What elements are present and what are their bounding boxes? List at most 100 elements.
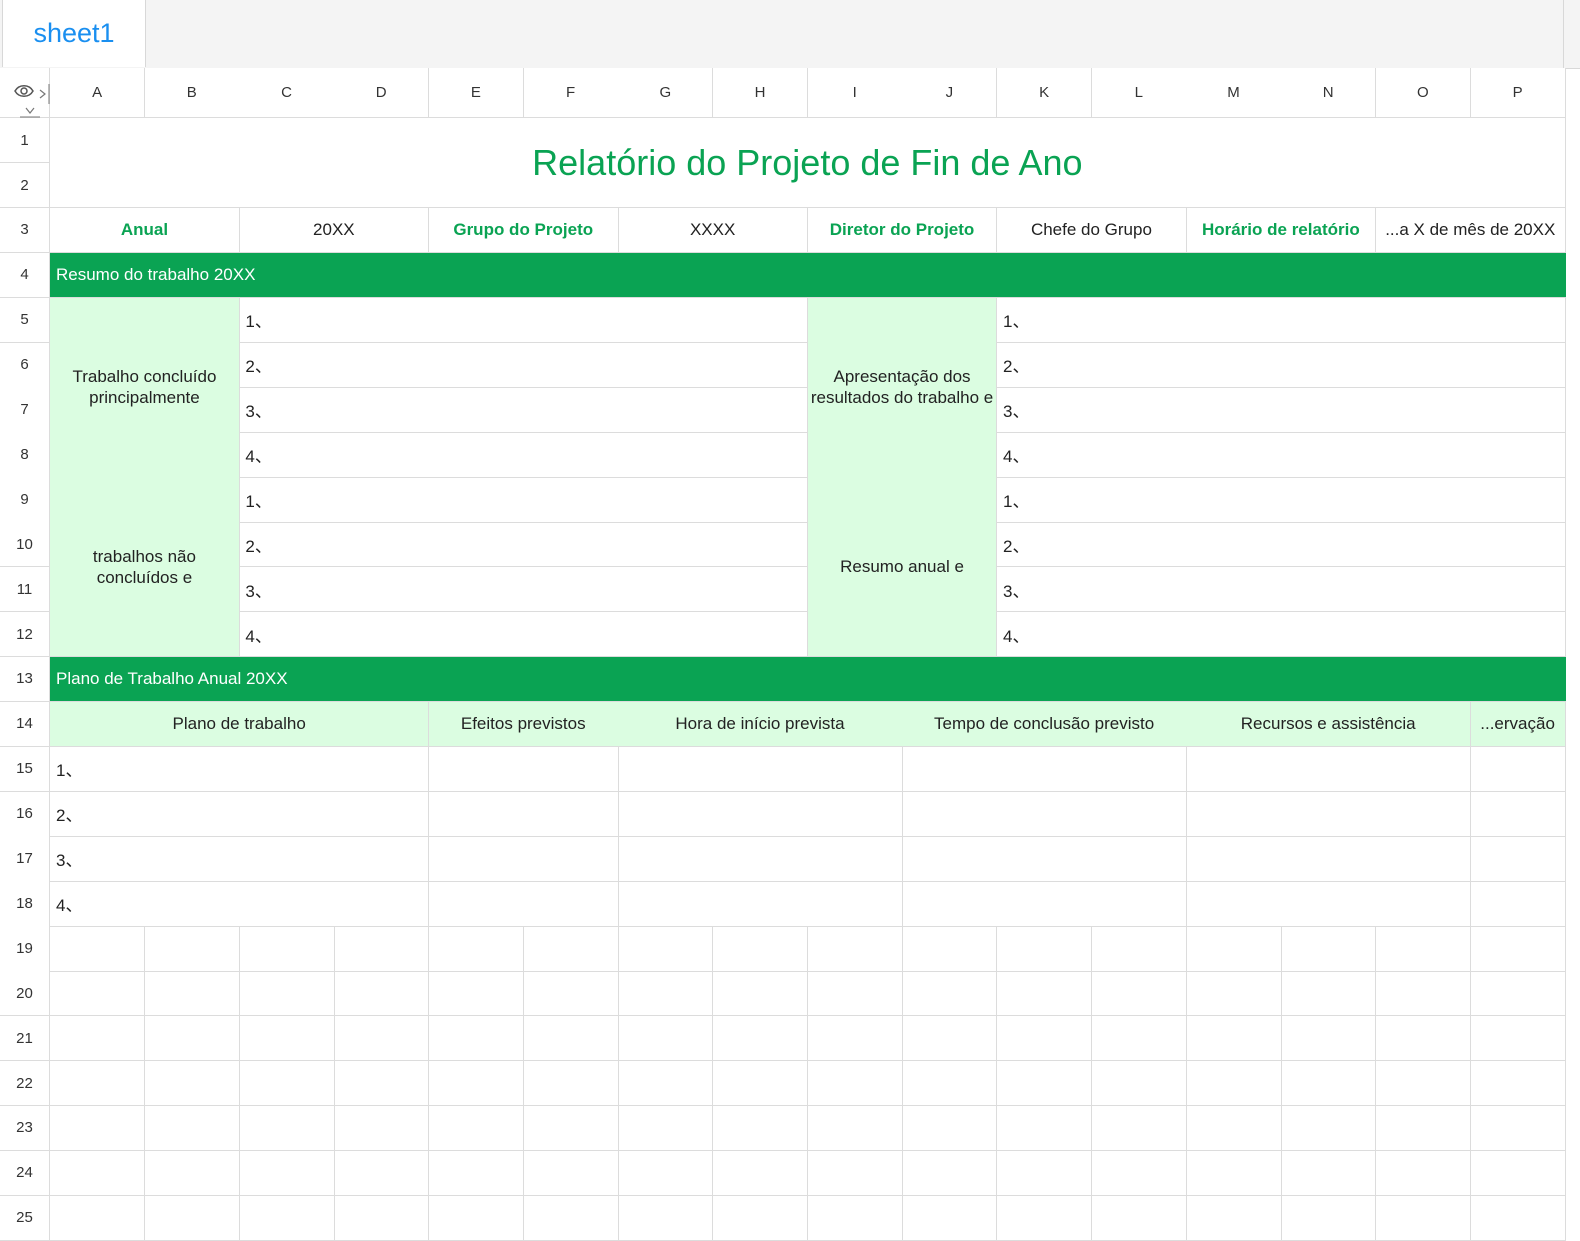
unfinished-item[interactable]: 3、 (239, 567, 809, 613)
row-header[interactable]: 12 (0, 611, 50, 658)
grid-cell[interactable] (239, 926, 335, 972)
summary-band[interactable]: Resumo do trabalho 20XX (50, 252, 1566, 299)
unfinished-item[interactable]: 4、 (239, 611, 809, 658)
grid-cell[interactable] (1470, 1060, 1566, 1107)
resources-header[interactable]: Recursos e assistência (1186, 701, 1471, 748)
grid-cell[interactable] (1375, 1105, 1471, 1152)
row-header[interactable]: 25 (0, 1195, 50, 1241)
grid-cell[interactable] (334, 971, 430, 1017)
unfinished-work-label[interactable]: trabalhos não concluídos e (50, 477, 240, 658)
grid-cell[interactable] (239, 1150, 335, 1197)
plan-cell[interactable] (428, 746, 619, 792)
row-header[interactable]: 8 (0, 432, 50, 478)
grid-cell[interactable] (50, 1195, 146, 1241)
grid-cell[interactable] (523, 1060, 619, 1107)
plan-cell[interactable] (428, 836, 619, 882)
grid-cell[interactable] (1186, 1150, 1282, 1197)
grid-cell[interactable] (618, 1105, 714, 1152)
plan-cell[interactable] (618, 836, 903, 882)
plan-cell[interactable] (902, 881, 1187, 927)
unfinished-item[interactable]: 1、 (239, 477, 809, 523)
grid-cell[interactable] (1186, 1016, 1282, 1062)
plan-header[interactable]: Plano de trabalho (50, 701, 430, 748)
report-title[interactable]: Relatório do Projeto de Fin de Ano (50, 118, 1566, 209)
grid-cell[interactable] (523, 926, 619, 972)
annual-summary-item[interactable]: 1、 (997, 477, 1566, 523)
grid-cell[interactable] (523, 971, 619, 1017)
column-header[interactable]: H (712, 68, 809, 118)
grid-cell[interactable] (902, 1016, 998, 1062)
group-value[interactable]: XXXX (618, 207, 809, 254)
column-header[interactable]: M (1186, 68, 1282, 118)
grid-cell[interactable] (1281, 1016, 1377, 1062)
plan-item[interactable]: 2、 (50, 791, 430, 837)
column-header[interactable]: O (1375, 68, 1471, 118)
plan-item[interactable]: 4、 (50, 881, 430, 927)
annual-value[interactable]: 20XX (239, 207, 430, 254)
column-header[interactable]: A (50, 68, 146, 118)
report-time-label[interactable]: Horário de relatório (1186, 207, 1377, 254)
plan-item[interactable]: 1、 (50, 746, 430, 792)
grid-cell[interactable] (1470, 1016, 1566, 1062)
grid-cell[interactable] (902, 1150, 998, 1197)
grid-cell[interactable] (523, 1195, 619, 1241)
plan-cell[interactable] (1470, 746, 1566, 792)
row-header[interactable]: 10 (0, 522, 50, 568)
grid-cell[interactable] (618, 971, 714, 1017)
grid-cell[interactable] (712, 926, 809, 972)
completed-item[interactable]: 4、 (239, 432, 809, 478)
grid-cell[interactable] (618, 1016, 714, 1062)
row-header[interactable]: 5 (0, 297, 50, 343)
grid-cell[interactable] (807, 1060, 903, 1107)
grid-cell[interactable] (1470, 1195, 1566, 1241)
column-header[interactable]: C (239, 68, 335, 118)
results-item[interactable]: 4、 (997, 432, 1566, 478)
grid-cell[interactable] (997, 926, 1093, 972)
row-header[interactable]: 1 (0, 118, 50, 164)
grid-cell[interactable] (334, 1150, 430, 1197)
grid-cell[interactable] (997, 1016, 1093, 1062)
column-header[interactable]: E (428, 68, 524, 118)
annual-summary-label[interactable]: Resumo anual e (807, 477, 998, 658)
grid-cell[interactable] (1281, 926, 1377, 972)
grid-cell[interactable] (50, 1060, 146, 1107)
grid-cell[interactable] (428, 1105, 524, 1152)
grid-cell[interactable] (144, 1016, 240, 1062)
annual-label[interactable]: Anual (50, 207, 240, 254)
grid-cell[interactable] (1091, 1150, 1187, 1197)
results-label[interactable]: Apresentação dos resultados do trabalho … (807, 297, 998, 478)
grid-cell[interactable] (712, 1150, 809, 1197)
grid-cell[interactable] (1281, 1105, 1377, 1152)
plan-cell[interactable] (1470, 836, 1566, 882)
grid-cell[interactable] (144, 1195, 240, 1241)
grid-cell[interactable] (618, 1195, 714, 1241)
grid-cell[interactable] (997, 1195, 1093, 1241)
row-header[interactable]: 19 (0, 926, 50, 972)
grid-cell[interactable] (1470, 971, 1566, 1017)
grid-cell[interactable] (50, 1150, 146, 1197)
grid-cell[interactable] (712, 1195, 809, 1241)
grid-cell[interactable] (902, 971, 998, 1017)
column-header[interactable]: N (1281, 68, 1377, 118)
grid-cell[interactable] (902, 926, 998, 972)
grid-cell[interactable] (239, 971, 335, 1017)
plan-cell[interactable] (428, 881, 619, 927)
grid-cell[interactable] (807, 1150, 903, 1197)
row-header[interactable]: 22 (0, 1060, 50, 1107)
observation-header[interactable]: ...ervação (1470, 701, 1566, 748)
grid-cell[interactable] (807, 1195, 903, 1241)
plan-cell[interactable] (1470, 881, 1566, 927)
grid-cell[interactable] (1470, 926, 1566, 972)
row-header[interactable]: 9 (0, 477, 50, 523)
grid-cell[interactable] (50, 1016, 146, 1062)
grid-cell[interactable] (144, 1105, 240, 1152)
grid-cell[interactable] (618, 1060, 714, 1107)
grid-cell[interactable] (712, 1060, 809, 1107)
row-header[interactable]: 14 (0, 701, 50, 748)
grid-cell[interactable] (1091, 1195, 1187, 1241)
grid-cell[interactable] (1375, 1150, 1471, 1197)
annual-summary-item[interactable]: 2、 (997, 522, 1566, 568)
row-header[interactable]: 6 (0, 342, 50, 388)
select-all-corner[interactable] (0, 68, 59, 127)
completed-item[interactable]: 3、 (239, 387, 809, 433)
